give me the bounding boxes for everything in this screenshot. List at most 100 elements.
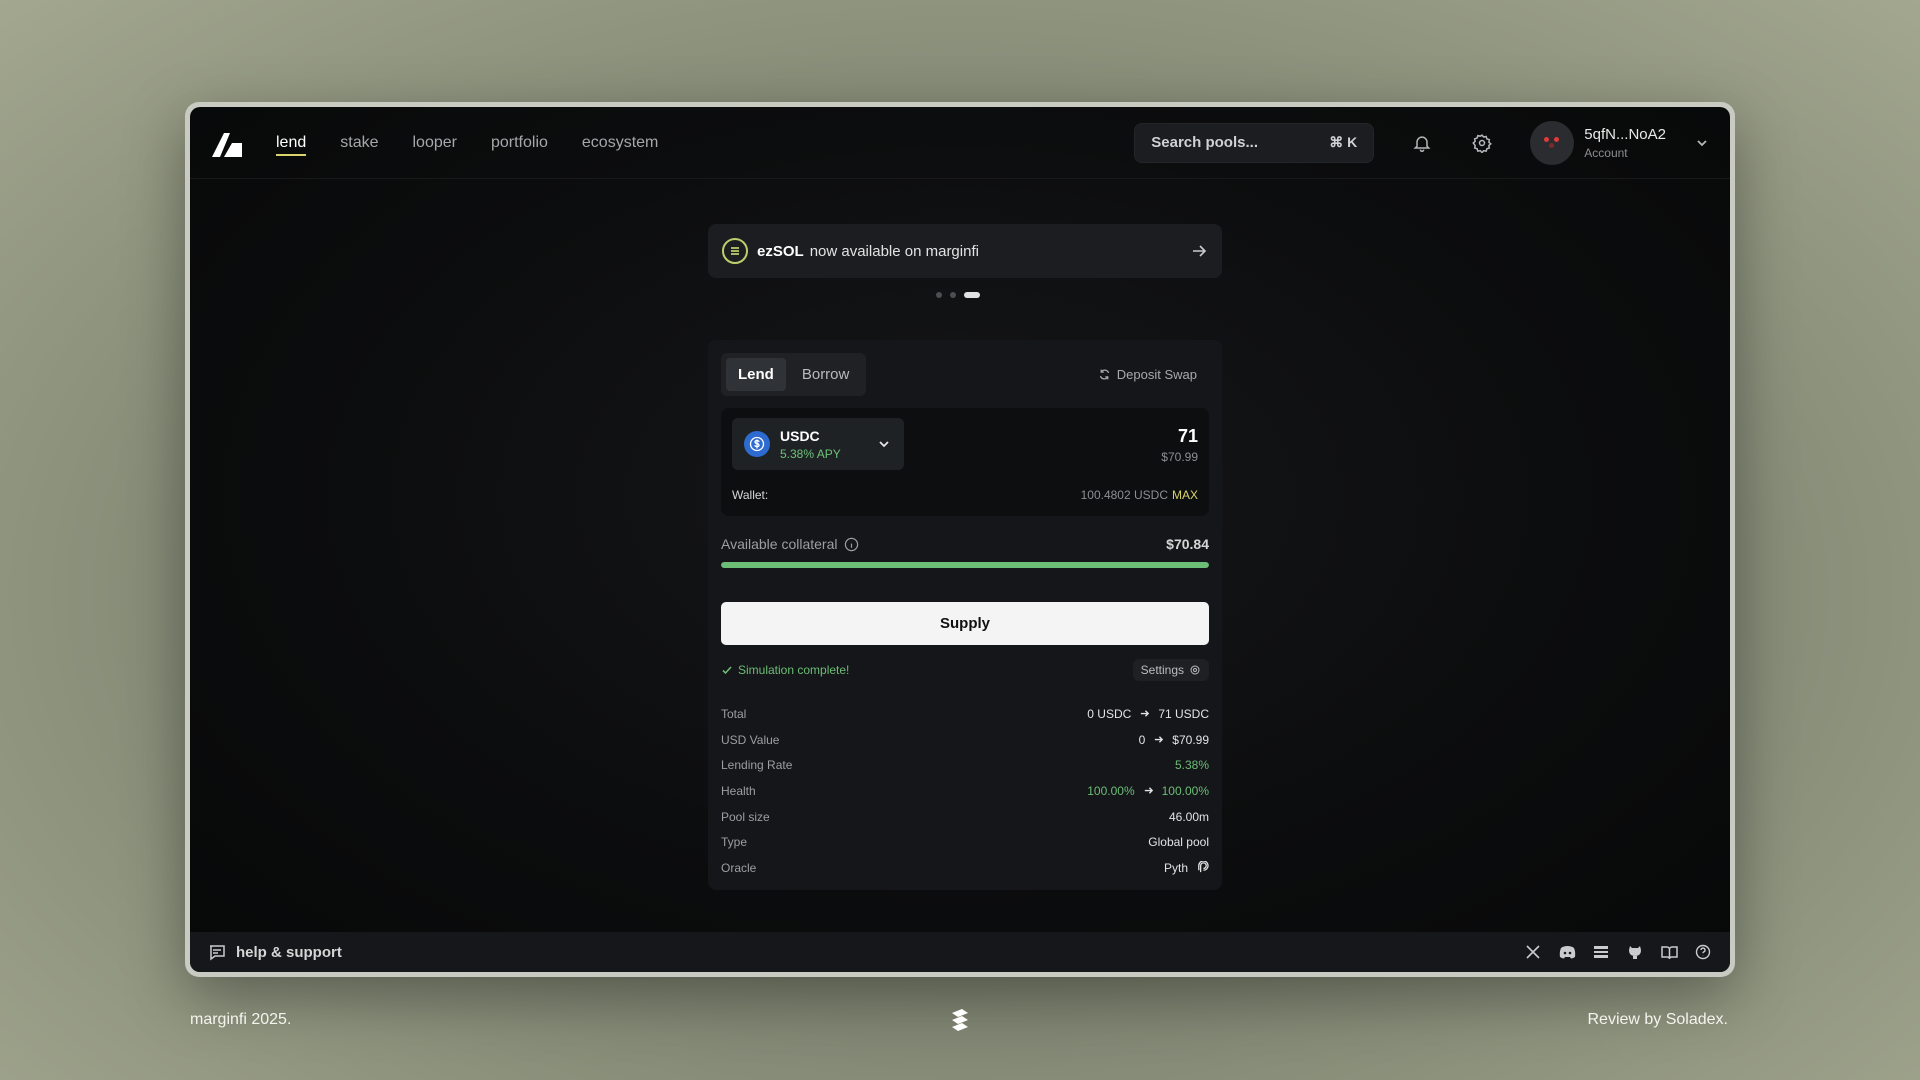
stat-label: USD Value — [721, 732, 780, 747]
stat-from: 0 USDC — [1087, 706, 1132, 721]
stat-label: Health — [721, 783, 756, 798]
usdc-icon — [744, 431, 770, 457]
nav-portfolio[interactable]: portfolio — [491, 134, 548, 152]
stat-to: 100.00% — [1161, 783, 1209, 798]
account-label: Account — [1584, 145, 1628, 160]
nav-looper[interactable]: looper — [413, 134, 457, 152]
discord-icon[interactable] — [1558, 943, 1576, 961]
token-apy: 5.38% APY — [780, 446, 841, 461]
action-tabs: Lend Borrow — [721, 353, 867, 396]
blog-icon[interactable] — [1592, 943, 1610, 961]
app-window: lend stake looper portfolio ecosystem Se… — [190, 107, 1730, 972]
avatar — [1530, 120, 1575, 165]
stat-row: Oracle Pyth — [721, 855, 1209, 881]
marginfi-logo[interactable] — [210, 127, 244, 159]
collateral-bar — [721, 562, 1209, 568]
deposit-swap-label: Deposit Swap — [1116, 367, 1197, 382]
amount-value[interactable]: 71 — [1161, 426, 1198, 447]
help-support-label: help & support — [236, 943, 342, 961]
settings-button[interactable]: Settings — [1132, 659, 1209, 681]
social-links — [1524, 943, 1712, 961]
stat-label: Pool size — [721, 809, 770, 824]
banner-text: now available on marginfi — [809, 242, 979, 260]
stat-to: $70.99 — [1172, 732, 1209, 747]
carousel-dot-active[interactable] — [964, 292, 980, 298]
gear-icon[interactable] — [1470, 131, 1494, 155]
amount-usd: $70.99 — [1161, 450, 1198, 464]
top-nav: lend stake looper portfolio ecosystem Se… — [190, 107, 1730, 179]
stat-label: Type — [721, 835, 748, 850]
token-selector[interactable]: USDC 5.38% APY — [732, 418, 904, 470]
collateral-value: $70.84 — [1166, 536, 1209, 552]
carousel-dot[interactable] — [936, 292, 942, 298]
simulation-status-text: Simulation complete! — [738, 663, 850, 677]
amount-field[interactable]: 71 $70.99 — [1161, 426, 1198, 464]
nav-stake[interactable]: stake — [340, 134, 378, 152]
soladex-logo — [952, 1009, 968, 1031]
arrow-right-icon[interactable] — [1190, 242, 1208, 260]
chevron-down-icon — [879, 441, 889, 448]
lend-card: Lend Borrow Deposit Swap USDC 5.38% APY — [708, 340, 1222, 890]
x-twitter-icon[interactable] — [1524, 943, 1542, 961]
stat-row: Type Global pool — [721, 829, 1209, 855]
stat-row: Health 100.00% 100.00% — [721, 778, 1209, 804]
help-support-button[interactable]: help & support — [208, 943, 342, 961]
account-menu[interactable]: 5qfN...NoA2 Account — [1530, 120, 1710, 165]
announcement-banner[interactable]: ezSOL now available on marginfi — [708, 224, 1222, 278]
wallet-label: Wallet: — [732, 488, 769, 502]
collateral-label: Available collateral — [721, 536, 838, 552]
amount-input-box: USDC 5.38% APY 71 $70.99 Wallet: 100.480… — [721, 408, 1209, 516]
stat-label: Lending Rate — [721, 758, 793, 773]
nav-ecosystem[interactable]: ecosystem — [582, 134, 658, 152]
deposit-swap-button[interactable]: Deposit Swap — [1098, 367, 1197, 382]
stat-from: 100.00% — [1087, 783, 1135, 798]
supply-button[interactable]: Supply — [721, 602, 1209, 645]
collateral-bar-fill — [721, 562, 1209, 568]
ezsol-token-icon — [722, 238, 748, 264]
search-pools-input[interactable]: Search pools... ⌘ K — [1134, 122, 1375, 163]
app-footer: help & support — [190, 932, 1730, 972]
chevron-down-icon[interactable] — [1694, 135, 1710, 151]
arrow-right-icon — [1141, 710, 1150, 718]
github-icon[interactable] — [1626, 943, 1644, 961]
pyth-icon — [1198, 861, 1209, 873]
check-icon — [722, 666, 732, 675]
top-right-cluster: Search pools... ⌘ K 5qfN...NoA2 Account — [1134, 120, 1710, 165]
docs-book-icon[interactable] — [1660, 943, 1678, 961]
stat-row: Lending Rate 5.38% — [721, 752, 1209, 778]
stat-from: 0 — [1138, 732, 1146, 747]
arrow-right-icon — [1155, 736, 1164, 743]
max-button[interactable]: MAX — [1172, 488, 1198, 502]
tab-borrow[interactable]: Borrow — [790, 358, 862, 391]
account-name: 5qfN...NoA2 — [1584, 125, 1666, 143]
stat-row: Total 0 USDC 71 USDC — [721, 701, 1209, 727]
app-frame: lend stake looper portfolio ecosystem Se… — [185, 102, 1735, 977]
settings-label: Settings — [1140, 663, 1184, 677]
stat-row: Pool size 46.00m — [721, 804, 1209, 830]
simulation-status: Simulation complete! — [721, 663, 849, 677]
stat-row: USD Value 0 $70.99 — [721, 727, 1209, 753]
chat-icon — [210, 945, 225, 961]
review-credit: Review by Soladex. — [1587, 1011, 1728, 1028]
copyright-text: marginfi 2025. — [190, 1011, 292, 1028]
gear-icon — [1190, 665, 1200, 675]
wallet-balance: 100.4802 USDC — [1080, 488, 1168, 502]
refresh-icon — [1099, 369, 1109, 380]
main-nav: lend stake looper portfolio ecosystem — [276, 134, 658, 156]
nav-lend[interactable]: lend — [276, 134, 307, 156]
carousel-dot[interactable] — [950, 292, 956, 298]
search-placeholder: Search pools... — [1151, 134, 1258, 151]
token-symbol: USDC — [780, 427, 820, 444]
search-shortcut: ⌘ K — [1329, 134, 1358, 150]
stat-label: Oracle — [721, 860, 757, 875]
stat-label: Total — [721, 706, 747, 721]
tab-lend[interactable]: Lend — [726, 358, 786, 391]
stat-to: 71 USDC — [1158, 706, 1209, 721]
arrow-right-icon — [1144, 787, 1153, 795]
simulation-stats: Total 0 USDC 71 USDC USD Value 0 $70.99 — [721, 701, 1209, 881]
banner-token: ezSOL — [757, 242, 804, 260]
bell-icon[interactable] — [1410, 131, 1434, 155]
help-circle-icon[interactable] — [1694, 943, 1712, 961]
info-icon[interactable] — [844, 537, 859, 552]
carousel-dots — [936, 292, 980, 298]
